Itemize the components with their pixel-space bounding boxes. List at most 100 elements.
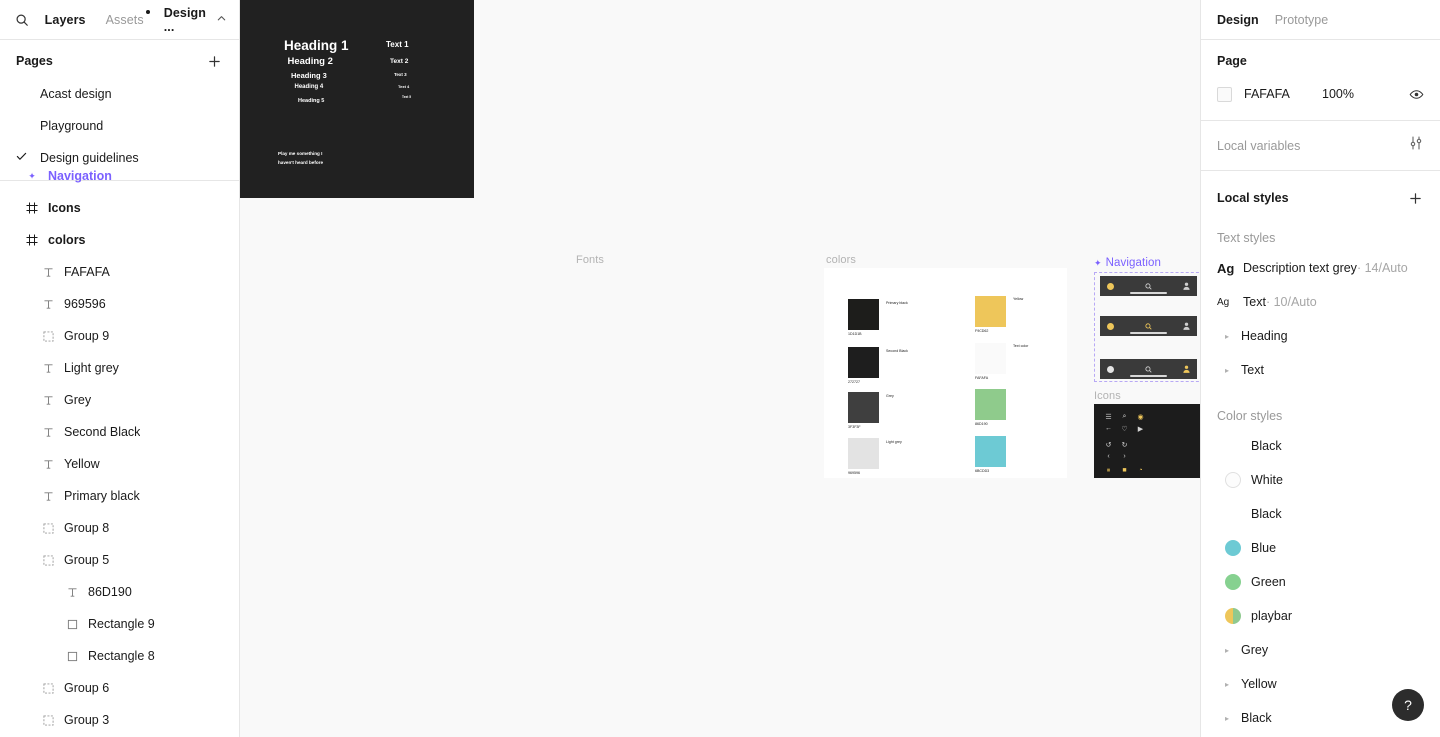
chevron-right-icon[interactable]: ›	[1120, 452, 1129, 461]
chevron-right-icon[interactable]: ▸	[1217, 332, 1241, 341]
layer-item-colors[interactable]: colors	[0, 224, 239, 256]
heart-icon[interactable]: ♡	[1120, 424, 1129, 433]
add-style-button[interactable]	[1404, 187, 1426, 209]
chevron-right-icon[interactable]: ▸	[1217, 366, 1241, 375]
layer-item-grey[interactable]: Grey	[0, 384, 239, 416]
record-icon[interactable]	[1107, 365, 1114, 373]
person-icon[interactable]	[1183, 360, 1190, 378]
chevron-right-icon[interactable]: ▸	[1217, 646, 1241, 655]
person-icon[interactable]: ☰	[1104, 412, 1113, 421]
search-icon[interactable]	[12, 7, 33, 33]
person-icon[interactable]	[1183, 317, 1190, 335]
color-style-row-blue[interactable]: Blue	[1201, 531, 1440, 565]
page-fill-swatch[interactable]	[1217, 86, 1232, 102]
local-styles-header: Local styles	[1201, 171, 1440, 221]
chevron-right-icon[interactable]: ▸	[1217, 714, 1241, 723]
layer-item-yellow[interactable]: Yellow	[0, 448, 239, 480]
page-item-acast-design[interactable]: Acast design	[0, 78, 239, 110]
layer-item-group-5[interactable]: Group 5	[0, 544, 239, 576]
color-swatch-light-grey[interactable]	[848, 438, 879, 469]
frame-label-icons[interactable]: Icons	[1094, 390, 1121, 402]
text-style-row-text[interactable]: Ag Text · 10/Auto	[1201, 285, 1440, 319]
chevron-left-icon[interactable]: ‹	[1104, 452, 1113, 461]
frame-label-colors[interactable]: colors	[826, 254, 856, 266]
chevron-right-icon[interactable]: ▸	[1217, 680, 1241, 689]
layer-item-group-6[interactable]: Group 6	[0, 672, 239, 704]
forward-icon[interactable]: ↻	[1120, 440, 1129, 449]
text-style-row-description-text-grey[interactable]: Ag Description text grey · 14/Auto	[1201, 251, 1440, 285]
color-style-row-green[interactable]: Green	[1201, 565, 1440, 599]
layer-item-86d190[interactable]: 86D190	[0, 576, 239, 608]
search-icon[interactable]: ⌕	[1120, 412, 1129, 421]
layer-item-navigation[interactable]: ✦ Navigation	[0, 169, 239, 192]
sliders-icon[interactable]	[1408, 135, 1424, 156]
frame-icons[interactable]: ☰ ⌕ ◉ ← ♡ ▶ ↺ ↻ ‹ › ⏸ ■ ◔	[1094, 404, 1200, 478]
back-arrow-icon[interactable]: ←	[1104, 424, 1113, 433]
record-icon[interactable]	[1107, 282, 1114, 290]
text-style-row-text[interactable]: ▸ Text	[1201, 353, 1440, 387]
color-swatch-yellow[interactable]	[975, 296, 1006, 327]
page-fill-opacity[interactable]: 100%	[1322, 87, 1354, 101]
layer-item-969596[interactable]: 969596	[0, 288, 239, 320]
color-style-swatch[interactable]	[1225, 506, 1241, 522]
design-file-menu[interactable]: Design ...	[156, 2, 227, 38]
local-variables-row[interactable]: Local variables	[1201, 121, 1440, 171]
tab-design[interactable]: Design	[1217, 13, 1259, 27]
pause-circle-icon[interactable]: ⏸	[1104, 466, 1113, 475]
tab-prototype[interactable]: Prototype	[1275, 13, 1329, 27]
add-page-button[interactable]	[203, 50, 225, 72]
design-file-label: Design ...	[163, 5, 206, 34]
frame-fonts[interactable]: Heading 1 Heading 2 Heading 3 Heading 4 Head…	[240, 0, 474, 198]
stop-circle-icon[interactable]: ■	[1120, 466, 1129, 475]
page-item-playground[interactable]: Playground	[0, 110, 239, 142]
layer-item-light-grey[interactable]: Light grey	[0, 352, 239, 384]
eye-icon[interactable]	[1409, 87, 1424, 102]
color-swatch-86d190[interactable]	[975, 389, 1006, 420]
record-icon[interactable]	[1107, 322, 1114, 330]
color-swatch-primary-black[interactable]	[848, 299, 879, 330]
layer-item-group-9[interactable]: Group 9	[0, 320, 239, 352]
color-style-row-grey[interactable]: ▸ Grey	[1201, 633, 1440, 667]
color-style-name: Black	[1251, 507, 1282, 521]
layers-tree[interactable]: ✦ Navigation Icons colors FAFAFA 969596 Group …	[0, 169, 239, 737]
color-style-swatch[interactable]	[1225, 540, 1241, 556]
color-style-swatch[interactable]	[1225, 608, 1241, 624]
color-style-name: Grey	[1241, 643, 1269, 657]
layer-item-icons[interactable]: Icons	[0, 192, 239, 224]
page-fill-name[interactable]: FAFAFA	[1244, 87, 1322, 101]
text-style-row-heading[interactable]: ▸ Heading	[1201, 319, 1440, 353]
layer-item-primary-black[interactable]: Primary black	[0, 480, 239, 512]
color-style-swatch[interactable]	[1225, 574, 1241, 590]
color-swatch-text-color[interactable]	[975, 343, 1006, 374]
chevron-up-icon[interactable]	[216, 11, 227, 29]
color-style-row-black[interactable]: Black	[1201, 429, 1440, 463]
record-icon[interactable]: ◉	[1136, 412, 1145, 421]
color-style-swatch[interactable]	[1225, 472, 1241, 488]
layer-item-group-8[interactable]: Group 8	[0, 512, 239, 544]
layer-item-group-3[interactable]: Group 3	[0, 704, 239, 736]
person-icon[interactable]	[1183, 277, 1190, 295]
rewind-icon[interactable]: ↺	[1104, 440, 1113, 449]
layer-item-fafafa[interactable]: FAFAFA	[0, 256, 239, 288]
frame-colors[interactable]: Primary black 1D1D1B Second Black 272727 Gre…	[824, 268, 1067, 478]
tab-layers[interactable]: Layers	[37, 9, 94, 31]
color-style-row-playbar[interactable]: playbar	[1201, 599, 1440, 633]
layer-item-label: Yellow	[64, 457, 100, 471]
tab-assets[interactable]: Assets	[98, 9, 152, 31]
color-style-row-black[interactable]: Black	[1201, 497, 1440, 531]
frame-label-navigation[interactable]: ✦ Navigation	[1094, 257, 1161, 269]
layer-item-rectangle-8[interactable]: Rectangle 8	[0, 640, 239, 672]
color-style-row-white[interactable]: White	[1201, 463, 1440, 497]
color-swatch-second-black[interactable]	[848, 347, 879, 378]
color-style-swatch[interactable]	[1225, 438, 1241, 454]
color-swatch-6bcdd3[interactable]	[975, 436, 1006, 467]
clock-icon[interactable]: ◔	[1136, 466, 1145, 475]
layer-item-rectangle-9[interactable]: Rectangle 9	[0, 608, 239, 640]
design-canvas[interactable]: Fonts Heading 1 Heading 2 Heading 3 Heading…	[240, 0, 1200, 737]
color-swatch-grey[interactable]	[848, 392, 879, 423]
layer-item-second-black[interactable]: Second Black	[0, 416, 239, 448]
frame-label-fonts[interactable]: Fonts	[576, 254, 604, 266]
play-circle-icon[interactable]: ▶	[1136, 424, 1145, 433]
help-button[interactable]: ?	[1392, 689, 1424, 721]
text-style-meta: · 10/Auto	[1265, 295, 1317, 309]
